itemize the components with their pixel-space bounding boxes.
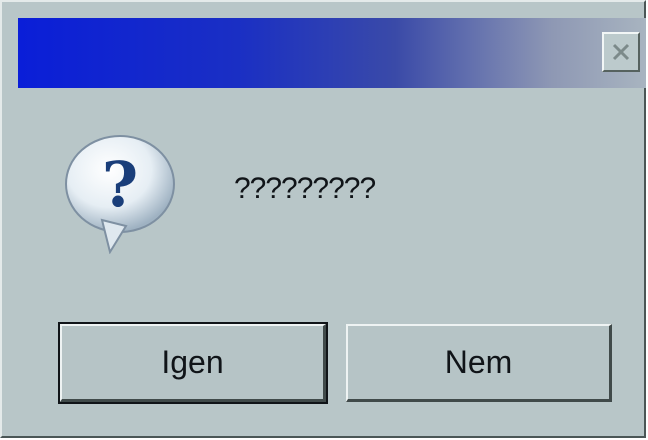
yes-button-label: Igen bbox=[161, 344, 224, 380]
close-icon bbox=[612, 43, 630, 61]
title-bar[interactable] bbox=[18, 18, 646, 88]
no-button-label: Nem bbox=[444, 344, 513, 380]
dialog-window: ? ????????? Igen Nem bbox=[0, 0, 646, 438]
close-button[interactable] bbox=[602, 32, 640, 72]
dialog-message: ????????? bbox=[234, 172, 376, 205]
no-button[interactable]: Nem bbox=[346, 324, 612, 402]
question-icon: ? bbox=[62, 132, 178, 255]
svg-text:?: ? bbox=[102, 148, 138, 221]
yes-button[interactable]: Igen bbox=[58, 322, 328, 404]
